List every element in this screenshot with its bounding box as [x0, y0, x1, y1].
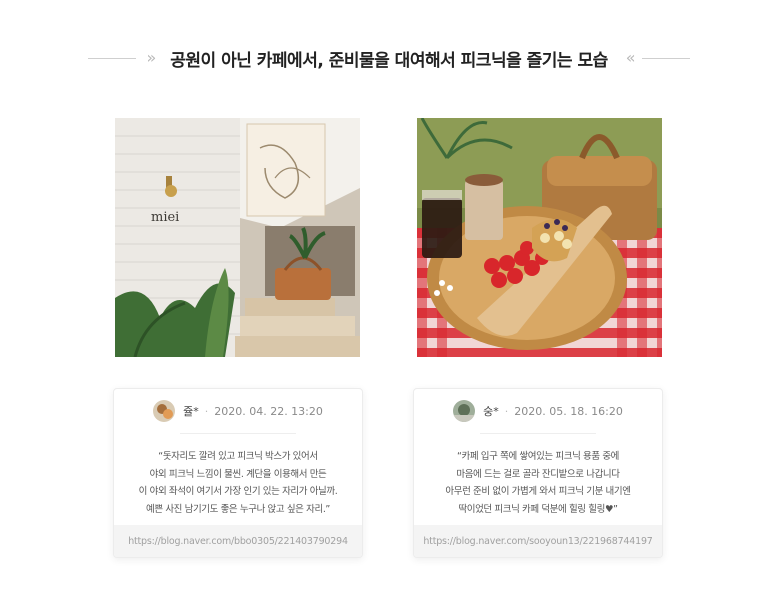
quote-line: 아무런 준비 없이 가볍게 와서 피크닉 기분 내기엔 — [445, 486, 631, 497]
avatar — [153, 400, 176, 422]
review-quote: “돗자리도 깔려 있고 피크닉 박스가 있어서 야외 피크닉 느낌이 물씬. 계… — [114, 434, 362, 520]
review-date: 2020. 05. 18. 16:20 — [514, 404, 623, 418]
section-title: 공원이 아닌 카페에서, 준비물을 대여해서 피크닉을 즐기는 모습 — [170, 50, 608, 71]
quote-line: 야외 피크닉 느낌이 물씬. 계단을 이용해서 만든 — [149, 468, 327, 480]
avatar — [453, 400, 476, 422]
double-chevron-right-icon: » — [146, 48, 156, 67]
picnic-basket-photo — [417, 118, 662, 357]
title-right-line — [641, 57, 690, 59]
quote-line: “돗자리도 깔려 있고 피크닉 박스가 있어서 — [158, 451, 318, 462]
cafe-entrance-photo: miei — [115, 118, 360, 357]
review-header: 쥴* · 2020. 04. 22. 13:20 — [114, 389, 362, 433]
review-card[interactable]: 쥴* · 2020. 04. 22. 13:20 “돗자리도 깔려 있고 피크닉… — [113, 388, 363, 558]
review-quote: “카페 입구 쪽에 쌓여있는 피크닉 용품 중에 마음에 드는 걸로 골라 잔디… — [414, 434, 662, 520]
cafe-sign-text: miei — [151, 210, 179, 225]
review-date: 2020. 04. 22. 13:20 — [214, 404, 323, 418]
quote-line: “카페 입구 쪽에 쌓여있는 피크닉 용품 중에 — [456, 451, 620, 462]
quote-line: 딱이었던 피크닉 카페 덕분에 힐링 힐링♥” — [458, 503, 618, 515]
separator-dot: · — [504, 404, 509, 418]
review-card[interactable]: 숭* · 2020. 05. 18. 16:20 “카페 입구 쪽에 쌓여있는 … — [413, 388, 663, 558]
quote-line: 마음에 드는 걸로 골라 잔디밭으로 나갑니다 — [456, 468, 620, 480]
review-source-link[interactable]: https://blog.naver.com/sooyoun13/2219687… — [414, 525, 662, 557]
double-chevron-left-icon: « — [625, 48, 636, 67]
review-source-link[interactable]: https://blog.naver.com/bbo0305/221403790… — [114, 525, 362, 557]
quote-line: 이 야외 좌석이 여기서 가장 인기 있는 자리가 아닐까. — [138, 486, 338, 497]
review-author: 쥴* — [183, 405, 199, 418]
review-header: 숭* · 2020. 05. 18. 16:20 — [414, 389, 662, 433]
quote-line: 예쁜 사진 남기기도 좋은 누구나 앉고 싶은 자리.” — [146, 503, 330, 515]
review-author: 숭* — [483, 405, 499, 418]
section-title-row: » 공원이 아닌 카페에서, 준비물을 대여해서 피크닉을 즐기는 모습 « — [0, 40, 778, 76]
separator-dot: · — [204, 404, 209, 418]
title-left-line — [88, 57, 137, 59]
